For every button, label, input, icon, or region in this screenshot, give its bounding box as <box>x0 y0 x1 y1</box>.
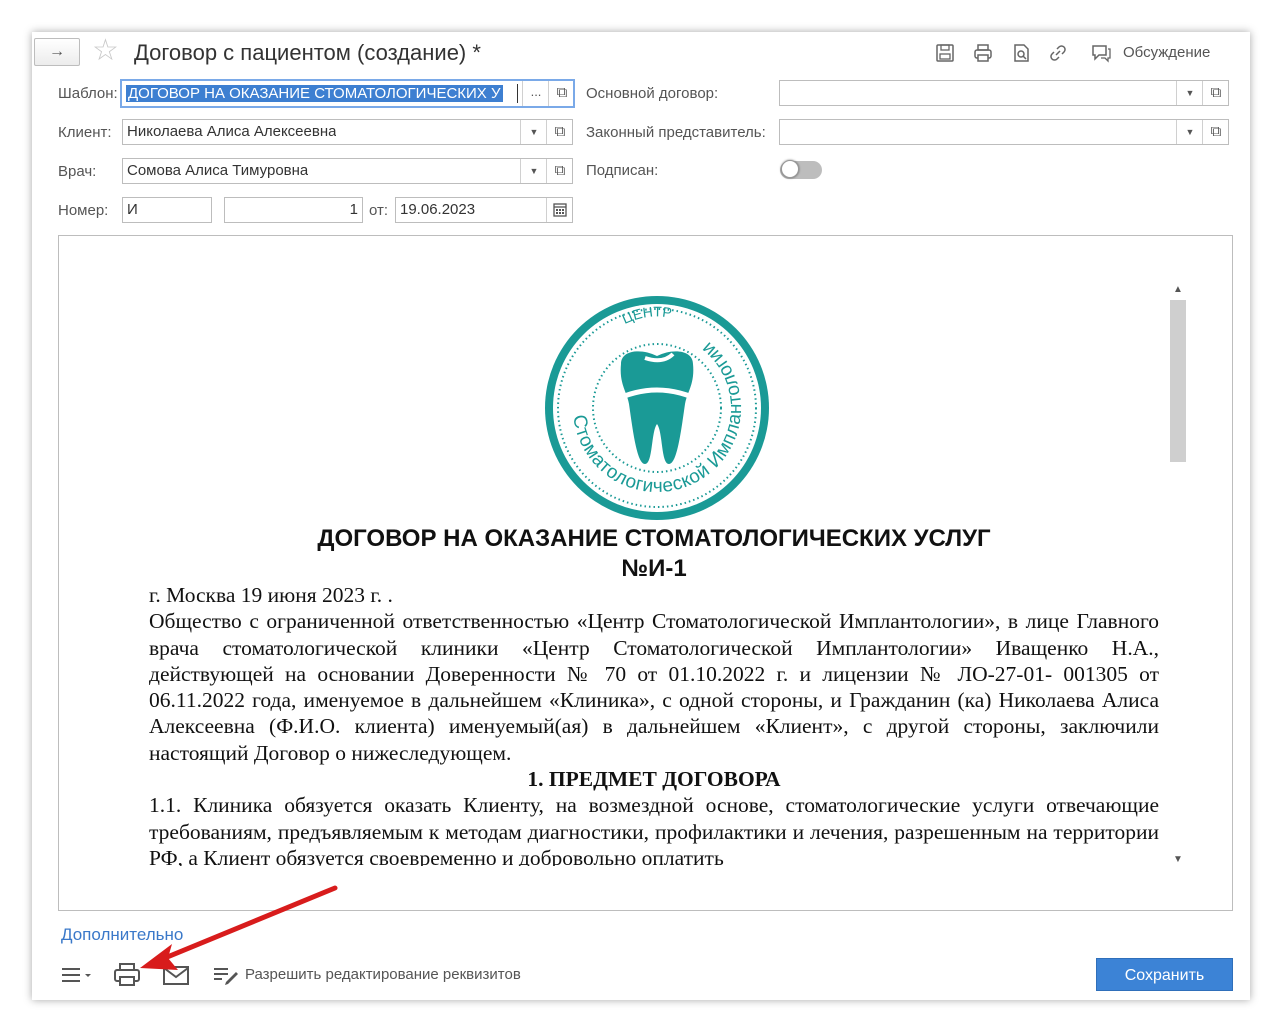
legal-rep-open-icon[interactable]: ⧉ <box>1202 120 1229 144</box>
contract-intro-paragraph: Общество с ограниченной ответственностью… <box>149 609 1159 765</box>
number-field[interactable]: 1 <box>224 197 363 223</box>
template-label: Шаблон: <box>58 85 118 102</box>
link-icon[interactable] <box>1047 42 1069 64</box>
contract-city-date: г. Москва 19 июня 2023 г. . <box>149 583 393 607</box>
doctor-open-icon[interactable]: ⧉ <box>546 159 573 183</box>
document-preview: ЦЕНТР Стоматологической Имплантологии ДО… <box>58 235 1233 911</box>
doctor-label: Врач: <box>58 163 97 180</box>
edit-attributes-icon[interactable] <box>212 964 240 986</box>
template-open-icon[interactable]: ⧉ <box>548 81 575 106</box>
mail-icon[interactable] <box>162 964 192 988</box>
clinic-logo: ЦЕНТР Стоматологической Имплантологии <box>545 296 769 520</box>
contract-paragraph-1-1: 1.1. Клиника обязуется оказать Клиенту, … <box>149 793 1159 866</box>
form-window: → ☆ Договор с пациентом (создание) * Обс… <box>32 32 1250 1000</box>
save-disk-icon[interactable] <box>934 42 956 64</box>
legal-rep-field[interactable]: ▼ ⧉ <box>779 119 1229 145</box>
client-dropdown-icon[interactable]: ▼ <box>520 120 547 144</box>
print-icon[interactable] <box>112 962 142 988</box>
main-contract-dropdown-icon[interactable]: ▼ <box>1176 81 1203 105</box>
scroll-down-icon[interactable]: ▼ <box>1169 852 1187 868</box>
contract-body: г. Москва 19 июня 2023 г. . Общество с о… <box>149 582 1159 866</box>
template-field[interactable]: ДОГОВОР НА ОКАЗАНИЕ СТОМАТОЛОГИЧЕСКИХ У … <box>120 79 575 108</box>
contract-title: ДОГОВОР НА ОКАЗАНИЕ СТОМАТОЛОГИЧЕСКИХ УС… <box>149 524 1159 584</box>
favorite-star-icon[interactable]: ☆ <box>92 36 119 66</box>
date-field[interactable]: 19.06.2023 <box>395 197 573 223</box>
doctor-value: Сомова Алиса Тимуровна <box>127 162 309 179</box>
calendar-icon[interactable] <box>546 198 573 222</box>
main-contract-open-icon[interactable]: ⧉ <box>1202 81 1229 105</box>
more-link[interactable]: Дополнительно <box>61 925 183 945</box>
template-value: ДОГОВОР НА ОКАЗАНИЕ СТОМАТОЛОГИЧЕСКИХ У <box>126 85 503 102</box>
client-value: Николаева Алиса Алексеевна <box>127 123 337 140</box>
text-cursor <box>517 84 518 103</box>
main-contract-field[interactable]: ▼ ⧉ <box>779 80 1229 106</box>
legal-rep-dropdown-icon[interactable]: ▼ <box>1176 120 1203 144</box>
signed-label: Подписан: <box>586 162 659 179</box>
client-field[interactable]: Николаева Алиса Алексеевна ▼ ⧉ <box>122 119 573 145</box>
signed-toggle-knob <box>781 160 799 178</box>
number-prefix-value: И <box>127 201 138 218</box>
print-icon[interactable] <box>972 42 994 64</box>
scroll-thumb[interactable] <box>1170 300 1186 462</box>
number-prefix-field[interactable]: И <box>122 197 212 223</box>
menu-icon[interactable] <box>60 964 94 986</box>
print-preview-icon[interactable] <box>1010 42 1032 64</box>
date-value: 19.06.2023 <box>400 201 476 218</box>
document-scrollbar[interactable]: ▲ ▼ <box>1169 282 1187 868</box>
navigate-forward-button[interactable]: → <box>34 38 80 66</box>
contract-number: №И-1 <box>621 555 687 582</box>
doctor-field[interactable]: Сомова Алиса Тимуровна ▼ ⧉ <box>122 158 573 184</box>
doctor-dropdown-icon[interactable]: ▼ <box>520 159 547 183</box>
signed-toggle[interactable] <box>780 160 822 179</box>
save-button[interactable]: Сохранить <box>1096 958 1233 991</box>
number-value: 1 <box>349 201 358 218</box>
template-select-button[interactable]: ... <box>522 81 549 106</box>
legal-rep-label: Законный представитель: <box>586 124 766 141</box>
client-open-icon[interactable]: ⧉ <box>546 120 573 144</box>
main-contract-label: Основной договор: <box>586 85 719 102</box>
window-title: Договор с пациентом (создание) * <box>134 40 481 65</box>
allow-edit-button[interactable]: Разрешить редактирование реквизитов <box>245 966 521 983</box>
number-label: Номер: <box>58 202 109 219</box>
scroll-up-icon[interactable]: ▲ <box>1169 282 1187 298</box>
document-page: ЦЕНТР Стоматологической Имплантологии ДО… <box>149 286 1159 866</box>
section-heading: 1. ПРЕДМЕТ ДОГОВОРА <box>527 767 781 792</box>
discussion-icon[interactable] <box>1090 42 1112 64</box>
date-label: от: <box>369 202 389 219</box>
client-label: Клиент: <box>58 124 112 141</box>
contract-title-line1: ДОГОВОР НА ОКАЗАНИЕ СТОМАТОЛОГИЧЕСКИХ УС… <box>317 525 991 552</box>
discussion-button[interactable]: Обсуждение <box>1123 44 1210 61</box>
